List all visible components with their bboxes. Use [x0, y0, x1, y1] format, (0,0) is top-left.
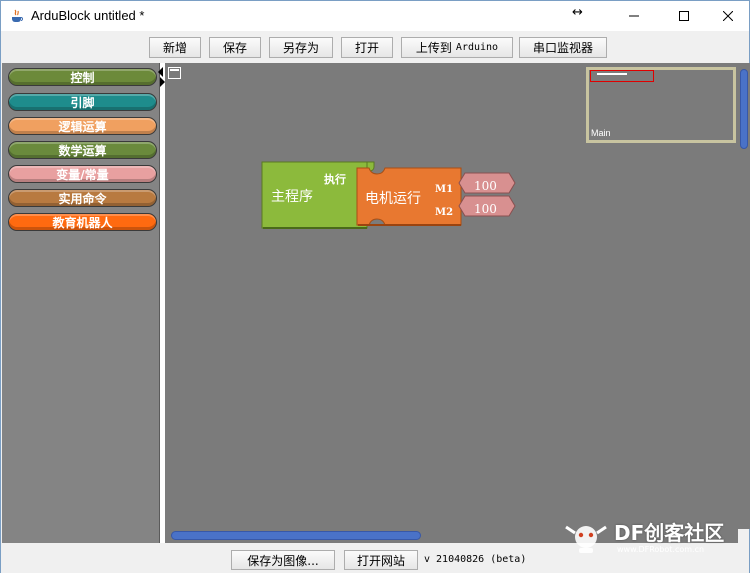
close-icon — [723, 11, 733, 21]
robot-logo-icon — [565, 525, 607, 553]
page-corner-icon[interactable] — [168, 67, 181, 79]
java-app-icon — [12, 9, 23, 22]
open-button[interactable]: 打开 — [341, 37, 393, 58]
window-title: ArduBlock untitled * — [31, 8, 145, 23]
horizontal-scroll-thumb[interactable] — [171, 531, 421, 540]
category-edu-robot[interactable]: 教育机器人 — [8, 213, 157, 231]
version-label: v 21040826 (beta) — [424, 554, 527, 565]
title-bar: ArduBlock untitled * ↔ — [1, 1, 749, 31]
watermark-brand: DF创客社区 — [614, 521, 725, 545]
open-website-button[interactable]: 打开网站 — [344, 550, 418, 570]
category-utilities[interactable]: 实用命令 — [8, 189, 157, 207]
new-button[interactable]: 新增 — [149, 37, 201, 58]
dfrobot-watermark: DF创客社区 www.DFRobot.com.cn — [561, 515, 750, 559]
serial-monitor-button[interactable]: 串口监视器 — [519, 37, 607, 58]
collapse-left-icon[interactable] — [158, 67, 163, 77]
resize-arrows-icon: ↔ — [572, 5, 583, 20]
vertical-scroll-thumb[interactable] — [740, 69, 748, 149]
toolbar: 新增 保存 另存为 打开 上传到 Arduino 串口监视器 — [1, 31, 749, 63]
watermark-url: www.DFRobot.com.cn — [617, 545, 705, 554]
category-control[interactable]: 控制 — [8, 68, 157, 86]
minimap-label: Main — [591, 128, 611, 138]
vertical-scrollbar[interactable] — [738, 63, 750, 529]
app-window: ArduBlock untitled * ↔ 新增 保存 另存为 打开 上传到 A… — [0, 0, 750, 573]
minimize-button[interactable] — [611, 1, 657, 31]
category-pins[interactable]: 引脚 — [8, 93, 157, 111]
maximize-icon — [679, 11, 689, 21]
category-math[interactable]: 数学运算 — [8, 141, 157, 159]
maximize-button[interactable] — [661, 1, 707, 31]
category-logic[interactable]: 逻辑运算 — [8, 117, 157, 135]
close-button[interactable] — [705, 1, 750, 31]
minimap-block-preview — [597, 73, 627, 75]
save-button[interactable]: 保存 — [209, 37, 261, 58]
upload-arduino-button[interactable]: 上传到 Arduino — [401, 37, 513, 58]
minimap-viewport[interactable] — [590, 70, 654, 82]
minimize-icon — [629, 15, 639, 17]
save-as-image-button[interactable]: 保存为图像... — [231, 550, 335, 570]
block-palette: 控制 引脚 逻辑运算 数学运算 变量/常量 实用命令 教育机器人 — [2, 63, 160, 543]
save-as-button[interactable]: 另存为 — [269, 37, 333, 58]
minimap[interactable]: Main — [586, 67, 736, 143]
category-variables[interactable]: 变量/常量 — [8, 165, 157, 183]
